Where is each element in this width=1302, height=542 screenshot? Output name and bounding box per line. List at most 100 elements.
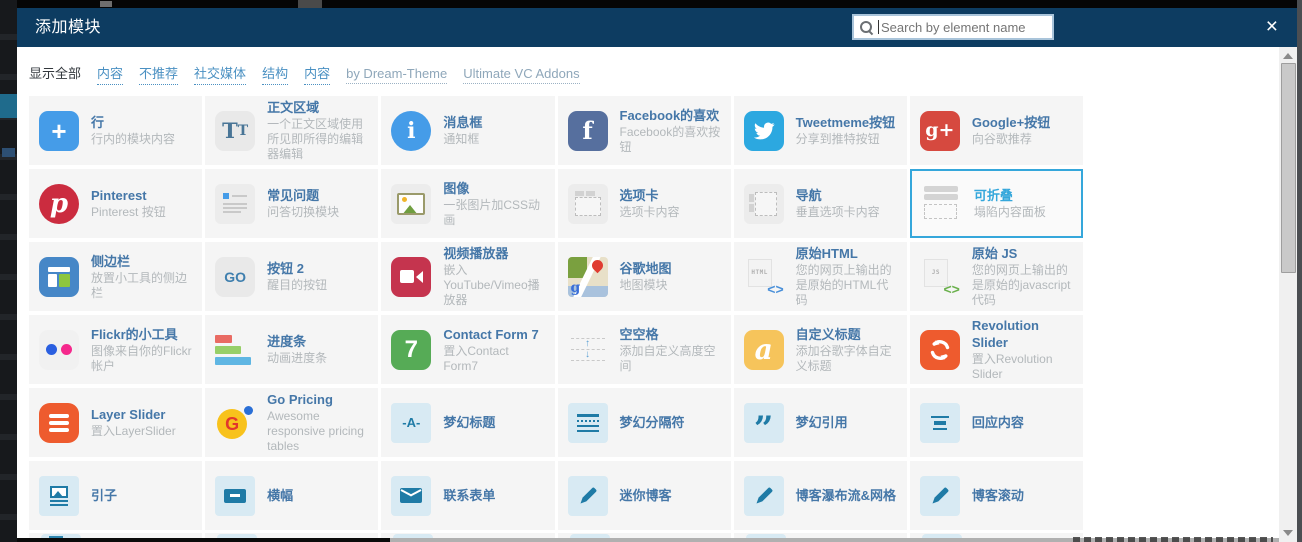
element-title: 原始 JS [971,246,1018,261]
element-title: 博客滚动 [971,488,1024,503]
element-desc: 添加谷歌字体自定义标题 [795,343,892,373]
element-card[interactable]: 博客瀑布流&网格 [733,461,907,530]
element-card[interactable]: 侧边栏 放置小工具的侧边栏 [29,242,203,311]
element-card[interactable]: 可折叠 塌陷内容面板 [909,169,1083,238]
modal-header: 添加模块 × [17,8,1297,47]
element-desc: 您的网页上输出的是原始的javascript代码 [971,263,1071,307]
element-card[interactable]: + 行行内的模块内容 [29,96,203,165]
search-box[interactable] [852,14,1054,40]
element-title: 行 [91,115,105,130]
search-input[interactable] [881,19,1046,35]
element-card[interactable]: JS <> 原始 JS 您的网页上输出的是原始的javascript代码 [909,242,1083,311]
element-desc: 向谷歌推荐 [971,132,1032,146]
scroll-down-arrow-icon[interactable] [1283,530,1293,536]
element-title: 空空格 [619,326,659,342]
element-card[interactable]: f Facebook的喜欢 Facebook的喜欢按钮 [557,96,731,165]
vertical-scrollbar[interactable] [1279,47,1297,542]
filter-item-6[interactable]: by Dream-Theme [346,66,448,84]
admin-sidebar-fragment [2,148,15,157]
tour-icon [743,183,784,224]
element-card[interactable]: 进度条 动画进度条 [205,315,379,384]
element-title: 图像 [443,180,470,196]
row-plus-icon: + [39,110,79,151]
horizontal-scrollbar-thumb[interactable] [17,538,390,542]
element-card[interactable]: p Pinterest Pinterest 按钮 [29,169,203,238]
element-card[interactable]: 联系表单 [381,461,555,530]
element-card[interactable]: 迷你博客 [557,461,731,530]
google-maps-icon: g [567,256,608,297]
element-desc: 选项卡内容 [619,205,680,219]
filter-item-5[interactable]: 内容 [304,63,331,85]
element-desc: 添加自定义高度空间 [619,343,716,373]
close-icon[interactable]: × [1266,16,1278,38]
dream-divider-icon [567,402,608,443]
element-card[interactable]: -A- 梦幻标题 [381,388,555,457]
element-title: Pinterest [91,188,147,203]
element-desc: Pinterest 按钮 [91,205,166,219]
vertical-scrollbar-thumb[interactable] [1281,63,1296,273]
element-desc: 置入LayerSlider [91,424,176,438]
element-title: 横幅 [267,488,294,503]
flickr-icon [39,329,79,370]
admin-sidebar-edge [0,0,17,542]
element-card[interactable]: ” 梦幻引用 [733,388,907,457]
element-card[interactable]: 视频播放器 嵌入YouTube/Vimeo播放器 [381,242,555,311]
element-card[interactable]: ↑ ↓ 空空格 添加自定义高度空间 [557,315,731,384]
filter-item-0[interactable]: 显示全部 [29,63,81,84]
custom-heading-icon: a [743,329,784,370]
element-card[interactable]: 常见问题 问答切换模块 [205,169,379,238]
google-plus-icon: g+ [919,110,960,151]
element-card[interactable]: 回应内容 [909,388,1083,457]
dream-heading-icon: -A- [391,402,432,443]
element-card[interactable]: Flickr的小工具 图像来自你的Flickr帐户 [29,315,203,384]
element-title: 进度条 [267,334,307,349]
faq-icon [215,183,256,224]
filter-item-1[interactable]: 内容 [97,63,124,85]
element-card[interactable]: Layer Slider 置入LayerSlider [29,388,203,457]
filter-item-7[interactable]: Ultimate VC Addons [463,66,580,84]
element-title: Layer Slider [91,407,166,422]
contact-form-7-icon: 7 [391,329,432,370]
element-card[interactable]: G Go Pricing Awesome responsive pricing t… [205,388,379,457]
element-desc: 动画进度条 [267,351,328,365]
element-card[interactable]: 7 Contact Form 7 置入Contact Form7 [381,315,555,384]
filter-item-4[interactable]: 结构 [262,63,289,85]
element-title: Contact Form 7 [443,326,539,342]
element-desc: 图像来自你的Flickr帐户 [91,343,192,373]
element-card[interactable]: 横幅 [205,461,379,530]
element-title: 可折叠 [973,188,1013,203]
filter-item-3[interactable]: 社交媒体 [194,63,247,85]
element-card[interactable]: 梦幻分隔符 [557,388,731,457]
element-card[interactable]: 图像 一张图片加CSS动画 [381,169,555,238]
element-card[interactable]: HTML <> 原始HTML 您的网页上输出的是原始的HTML代码 [733,242,907,311]
element-card[interactable]: g 谷歌地图 地图模块 [557,242,731,311]
element-title: 侧边栏 [91,253,131,269]
element-title: 正文区域 [267,100,320,115]
element-card[interactable]: i 消息框 通知框 [381,96,555,165]
element-card[interactable]: g+ Google+按钮 向谷歌推荐 [909,96,1083,165]
element-card[interactable]: a 自定义标题 添加谷歌字体自定义标题 [733,315,907,384]
browser-top-strip [0,0,1302,8]
element-title: 梦幻标题 [443,415,496,430]
raw-js-icon: JS <> [920,257,960,297]
element-card[interactable]: 选项卡 选项卡内容 [557,169,731,238]
element-desc: 一个正文区域使用所见即所得的编辑器编辑 [267,117,364,161]
element-card[interactable]: 导航 垂直选项卡内容 [733,169,907,238]
element-card[interactable]: T T 正文区域一个正文区域使用所见即所得的编辑器编辑 [205,96,379,165]
element-title: Facebook的喜欢 [619,107,720,123]
element-card[interactable]: GO 按钮 2 醒目的按钮 [205,242,379,311]
text-block-icon: TT [215,110,256,151]
element-title: 引子 [91,488,118,503]
raw-html-icon: HTML <> [744,257,784,297]
element-grid: + 行行内的模块内容 T T 正文区域 一个正文区域使用所见即所得的编辑器编辑 i 消息框 通知… [29,96,1083,530]
scroll-up-arrow-icon[interactable] [1283,53,1293,59]
element-card[interactable]: 引子 [29,461,203,530]
filter-item-2[interactable]: 不推荐 [139,63,179,85]
element-title: Revolution Slider [971,318,1039,350]
element-card[interactable]: Tweetmeme按钮 分享到推特按钮 [733,96,907,165]
element-card[interactable]: 博客滚动 [909,461,1083,530]
element-card[interactable]: Revolution Slider 置入Revolution Slider [909,315,1083,384]
search-icon [860,20,873,34]
empty-space-icon: ↑ ↓ [568,330,608,370]
clipped-background-text [1073,537,1273,542]
